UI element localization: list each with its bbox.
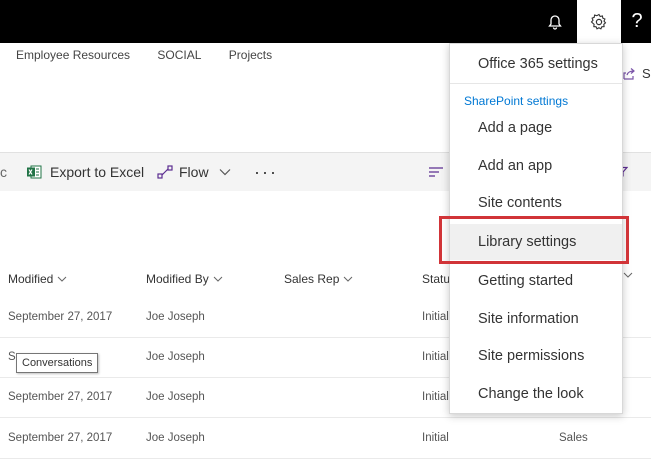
menu-item-change-the-look[interactable]: Change the look [450,376,622,412]
bell-icon [548,14,562,30]
suite-bar: ? [0,0,651,43]
cell-modified-by: Joe Joseph [146,351,205,363]
column-header-label: Modified By [146,272,209,286]
list-view-icon [429,167,443,177]
chevron-down-icon [58,276,67,282]
cell-modified: September 27, 2017 [8,391,113,403]
notifications-button[interactable] [535,0,575,43]
tooltip-text: Conversations [22,357,93,369]
column-header-label: Statu [422,272,451,286]
column-header-status[interactable]: Statu [422,272,450,286]
nav-item-employee-resources[interactable]: Employee Resources [16,48,130,62]
chevron-down-icon [219,169,230,176]
menu-item-getting-started[interactable]: Getting started [450,263,622,299]
cell-extra: Sales [559,432,588,444]
column-header-label: Sales Rep [284,272,340,286]
menu-item-add-an-app[interactable]: Add an app [450,148,622,184]
help-button[interactable]: ? [623,0,651,43]
more-options-button[interactable]: ··· [254,153,278,191]
menu-section-title: SharePoint settings [464,94,569,108]
settings-button[interactable] [577,0,621,43]
gear-icon [590,13,607,30]
cell-modified: September 27, 2017 [8,432,113,444]
column-header-extra[interactable] [623,272,633,278]
library-settings-highlight [439,216,629,264]
command-partial-label: c [0,164,7,180]
menu-item-site-information[interactable]: Site information [450,301,622,337]
top-navigation: Employee Resources SOCIAL Projects [16,48,296,62]
command-partial[interactable]: c [0,153,7,191]
share-label: S [642,66,651,81]
menu-item-office-365-settings[interactable]: Office 365 settings [450,46,622,82]
table-row[interactable]: September 27, 2017 Joe Joseph Initial Sa… [0,418,651,459]
nav-item-social[interactable]: SOCIAL [157,48,201,62]
column-header-label: Modified [8,272,54,286]
column-header-modified[interactable]: Modified [8,272,67,286]
menu-item-add-a-page[interactable]: Add a page [450,110,622,146]
flow-icon [157,165,173,179]
menu-item-site-permissions[interactable]: Site permissions [450,338,622,374]
share-button[interactable]: S [622,66,651,81]
cell-status: Initial [422,432,449,444]
cell-status: Initial [422,391,449,403]
conversations-tooltip: Conversations [16,353,99,373]
export-to-excel-button[interactable]: Export to Excel [26,153,144,191]
chevron-down-icon [623,272,633,278]
cell-modified-by: Joe Joseph [146,391,205,403]
column-header-sales-rep[interactable]: Sales Rep [284,272,353,286]
menu-divider [450,83,622,84]
share-icon [623,67,635,80]
excel-icon [27,165,42,179]
chevron-down-icon [213,276,223,282]
help-label: ? [631,10,643,32]
chevron-down-icon [344,276,353,282]
more-options-label: ··· [254,161,278,182]
column-header-modified-by[interactable]: Modified By [146,272,223,286]
cell-status: Initial [422,351,449,363]
nav-item-projects[interactable]: Projects [229,48,272,62]
cell-modified-by: Joe Joseph [146,311,205,323]
cell-modified: S [8,351,16,363]
cell-modified-by: Joe Joseph [146,432,205,444]
cell-modified: September 27, 2017 [8,311,113,323]
flow-label: Flow [179,164,209,180]
cell-status: Initial [422,311,449,323]
flow-button[interactable]: Flow [157,153,231,191]
export-to-excel-label: Export to Excel [50,164,145,180]
view-options-button[interactable] [428,153,444,191]
